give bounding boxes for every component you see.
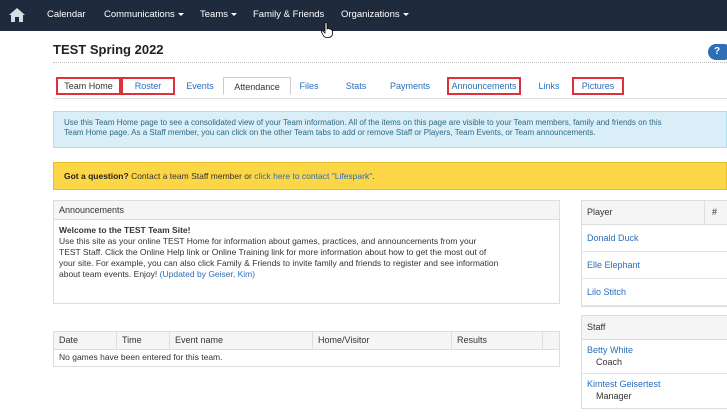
tab-attendance[interactable]: Attendance xyxy=(223,77,291,95)
team-tabs: Team Home Roster Events Attendance Files… xyxy=(53,74,727,99)
events-table: Date Time Event name Home/Visitor Result… xyxy=(53,331,560,367)
player-panel: Player # Donald Duck Elle Elephant Lilo … xyxy=(581,200,727,307)
updated-by-link[interactable]: (Updated by Geiser, Kim) xyxy=(160,269,255,279)
player-row[interactable]: Elle Elephant xyxy=(582,252,727,279)
hand-cursor-icon xyxy=(321,22,333,38)
info-banner: Use this Team Home page to see a consoli… xyxy=(53,111,727,148)
staff-name-link[interactable]: Kimtest Geisertest xyxy=(587,379,722,389)
tab-team-home[interactable]: Team Home xyxy=(56,77,121,95)
announcement-body: Welcome to the TEST Team Site! Use this … xyxy=(54,220,559,285)
column-divider xyxy=(169,332,170,349)
column-divider xyxy=(312,332,313,349)
staff-role: Coach xyxy=(596,357,623,367)
home-icon[interactable] xyxy=(8,7,26,23)
info-line: Team Home page. As a Staff member, you c… xyxy=(64,128,596,137)
announcements-header: Announcements xyxy=(54,201,559,220)
caret-down-icon xyxy=(177,12,184,16)
column-event-name[interactable]: Event name xyxy=(175,332,223,349)
nav-organizations[interactable]: Organizations xyxy=(341,9,409,20)
events-table-header: Date Time Event name Home/Visitor Result… xyxy=(54,332,559,350)
tab-links[interactable]: Links xyxy=(533,77,565,95)
column-divider xyxy=(704,201,705,224)
announcement-line: TEST Staff. Click the Online Help link o… xyxy=(59,247,487,257)
question-label: Got a question? xyxy=(64,171,129,181)
player-row[interactable]: Donald Duck xyxy=(582,225,727,252)
question-end: . xyxy=(372,171,375,181)
staff-role: Manager xyxy=(596,391,632,401)
player-header: Player # xyxy=(582,201,727,225)
nav-teams[interactable]: Teams xyxy=(200,9,237,20)
column-divider xyxy=(542,332,543,349)
staff-row: Kimtest Geisertest Manager xyxy=(582,374,727,408)
player-row[interactable]: Lilo Stitch xyxy=(582,279,727,306)
tab-events[interactable]: Events xyxy=(179,77,221,95)
staff-name-link[interactable]: Betty White xyxy=(587,345,722,355)
question-banner: Got a question? Contact a team Staff mem… xyxy=(53,162,727,190)
help-button[interactable]: ? xyxy=(708,44,727,60)
page-title: TEST Spring 2022 xyxy=(53,42,164,57)
nav-communications[interactable]: Communications xyxy=(104,9,184,20)
announcement-line: your site. For example, you can also cli… xyxy=(59,258,499,268)
tab-stats[interactable]: Stats xyxy=(339,77,373,95)
question-text: Contact a team Staff member or xyxy=(128,171,255,181)
announcement-last-line: about team events. Enjoy! (Updated by Ge… xyxy=(59,269,256,279)
column-divider xyxy=(451,332,452,349)
announcement-line: Use this site as your online TEST Home f… xyxy=(59,236,477,246)
caret-down-icon xyxy=(230,12,237,16)
announcement-headline: Welcome to the TEST Team Site! xyxy=(59,225,191,235)
nav-calendar[interactable]: Calendar xyxy=(47,9,86,20)
title-divider xyxy=(53,62,727,63)
column-results[interactable]: Results xyxy=(457,332,487,349)
top-nav-bar: Calendar Communications Teams Family & F… xyxy=(0,0,727,31)
announcements-panel: Announcements Welcome to the TEST Team S… xyxy=(53,200,560,304)
contact-link[interactable]: click here to contact "Lifespark" xyxy=(254,171,372,181)
column-date[interactable]: Date xyxy=(59,332,78,349)
events-empty-message: No games have been entered for this team… xyxy=(59,352,223,362)
nav-family-friends[interactable]: Family & Friends xyxy=(253,9,324,20)
staff-row: Betty White Coach xyxy=(582,340,727,374)
number-column-header: # xyxy=(712,207,718,217)
tab-files[interactable]: Files xyxy=(293,77,325,95)
tab-roster[interactable]: Roster xyxy=(121,77,175,95)
staff-panel: Staff Betty White Coach Kimtest Geiserte… xyxy=(581,315,727,409)
info-line: Use this Team Home page to see a consoli… xyxy=(64,118,662,127)
column-divider xyxy=(116,332,117,349)
tab-payments[interactable]: Payments xyxy=(385,77,435,95)
tab-pictures[interactable]: Pictures xyxy=(572,77,624,95)
caret-down-icon xyxy=(402,12,409,16)
column-time[interactable]: Time xyxy=(122,332,142,349)
staff-header: Staff xyxy=(582,316,727,340)
tab-announcements[interactable]: Announcements xyxy=(447,77,521,95)
column-home-visitor[interactable]: Home/Visitor xyxy=(318,332,369,349)
